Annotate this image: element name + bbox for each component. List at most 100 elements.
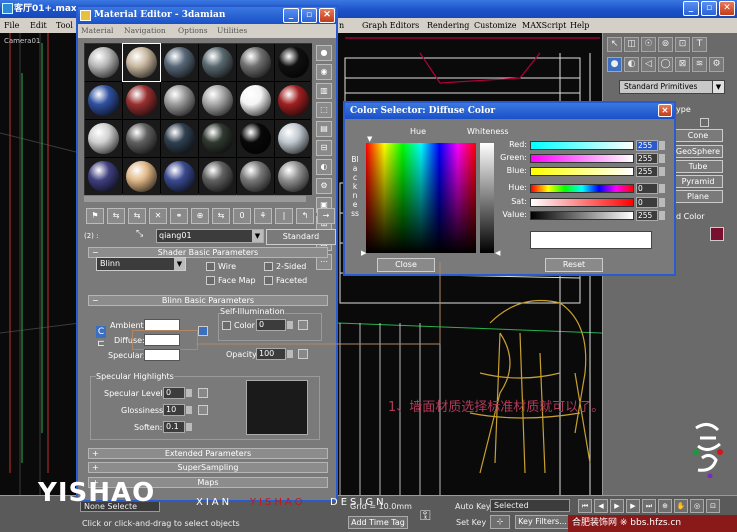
menu-graph-editors[interactable]: Graph Editors — [362, 18, 419, 33]
shapes-icon[interactable]: ◐ — [624, 57, 639, 72]
soften-spinner[interactable]: 0.1 — [163, 421, 192, 433]
self-illum-spinner[interactable]: 0 — [256, 319, 293, 331]
object-color-swatch[interactable] — [710, 227, 724, 241]
key-filters-button[interactable]: Key Filters... — [515, 515, 570, 529]
menu-tools[interactable]: Tool — [56, 18, 73, 33]
material-sample-slot[interactable] — [199, 82, 236, 119]
whiteness-marker-icon[interactable]: ◀ — [495, 249, 500, 257]
material-sample-slot[interactable] — [161, 158, 198, 195]
hue-blackness-field[interactable] — [366, 143, 476, 253]
self-illum-color-checkbox[interactable] — [222, 321, 231, 330]
minimize-button[interactable]: _ — [683, 1, 699, 16]
material-sample-slot[interactable] — [85, 120, 122, 157]
face-map-checkbox[interactable] — [206, 276, 215, 285]
material-sample-slot[interactable] — [122, 43, 161, 82]
specular-color-swatch[interactable] — [144, 349, 180, 361]
menu-fragment[interactable]: n — [339, 18, 344, 33]
material-name-input[interactable]: qiang01 ▼ — [156, 229, 264, 243]
mated-side-tool-icon[interactable]: ⚙ — [316, 178, 332, 194]
mated-side-tool-icon[interactable]: ◐ — [316, 159, 332, 175]
two-sided-checkbox[interactable] — [264, 262, 273, 271]
material-sample-slot[interactable] — [275, 120, 312, 157]
color-slider[interactable] — [530, 211, 634, 220]
chevron-down-icon[interactable]: ▼ — [252, 230, 263, 242]
geometry-icon[interactable]: ● — [607, 57, 622, 72]
material-sample-slot[interactable] — [161, 82, 198, 119]
faceted-checkbox[interactable] — [264, 276, 273, 285]
lock-ambient-diffuse[interactable]: C ⊏ — [96, 326, 106, 350]
create-tab-icon[interactable]: ↖ — [607, 37, 622, 52]
systems-icon[interactable]: ⚙ — [709, 57, 724, 72]
pan-icon[interactable]: ✋ — [674, 499, 688, 513]
mated-close-button[interactable]: ✕ — [319, 8, 335, 23]
color-value-spinner[interactable]: 255 — [636, 153, 658, 164]
material-sample-slot[interactable] — [85, 44, 122, 81]
spinner-arrows-icon[interactable] — [659, 198, 665, 207]
glossiness-map-button[interactable] — [198, 405, 208, 415]
color-slider[interactable] — [530, 198, 634, 207]
motion-tab-icon[interactable]: ⊚ — [658, 37, 673, 52]
material-sample-slot[interactable] — [237, 44, 274, 81]
mated-menu-options[interactable]: Options — [178, 24, 208, 38]
color-value-spinner[interactable]: 255 — [636, 140, 658, 151]
mated-side-tool-icon[interactable]: ◉ — [316, 64, 332, 80]
orbit-icon[interactable]: ◎ — [690, 499, 704, 513]
mated-side-tool-icon[interactable]: ▥ — [316, 83, 332, 99]
color-value-spinner[interactable]: 255 — [636, 166, 658, 177]
tube-button[interactable]: Tube — [673, 160, 723, 173]
auto-key-label[interactable]: Auto Key — [455, 502, 491, 511]
spinner-arrows-icon[interactable] — [659, 141, 665, 150]
geosphere-button[interactable]: GeoSphere — [673, 145, 723, 158]
hierarchy-tab-icon[interactable]: ☉ — [641, 37, 656, 52]
mated-side-tool-icon[interactable]: ▤ — [316, 121, 332, 137]
color-value-spinner[interactable]: 0 — [636, 197, 658, 208]
material-sample-slot[interactable] — [199, 44, 236, 81]
extended-parameters-header[interactable]: + Extended Parameters — [88, 448, 328, 459]
lights-icon[interactable]: ◁ — [641, 57, 656, 72]
mated-tool-icon[interactable]: ⚭ — [170, 208, 188, 224]
diffuse-map-button[interactable] — [198, 326, 208, 336]
maximize-button[interactable]: ▫ — [701, 1, 717, 16]
go-to-end-icon[interactable]: ⏭ — [642, 499, 656, 513]
viewport-label[interactable]: Camera01 — [4, 37, 40, 45]
specular-level-spinner[interactable]: 0 — [163, 387, 192, 399]
mated-menu-utilities[interactable]: Utilities — [217, 24, 247, 38]
next-frame-icon[interactable]: ▶ — [626, 499, 640, 513]
autogrid-checkbox[interactable] — [700, 118, 709, 127]
pick-material-icon[interactable]: ⤡ — [136, 229, 150, 243]
material-sample-slot[interactable] — [85, 158, 122, 195]
mated-tool-icon[interactable]: ⇆ — [128, 208, 146, 224]
close-button[interactable]: Close — [377, 258, 435, 272]
material-sample-slot[interactable] — [161, 44, 198, 81]
color-slider[interactable] — [530, 167, 634, 176]
shader-dropdown[interactable]: Blinn ▼ — [96, 257, 186, 271]
zoom-icon[interactable]: ⊕ — [658, 499, 672, 513]
primitive-category-dropdown[interactable]: Standard Primitives ▼ — [619, 80, 725, 94]
material-sample-slot[interactable] — [199, 120, 236, 157]
material-sample-slot[interactable] — [199, 158, 236, 195]
supersampling-header[interactable]: + SuperSampling — [88, 462, 328, 473]
pyramid-button[interactable]: Pyramid — [673, 175, 723, 188]
menu-maxscript[interactable]: MAXScript — [522, 18, 566, 33]
spinner-arrows-icon[interactable] — [659, 184, 665, 193]
helpers-icon[interactable]: ⊠ — [675, 57, 690, 72]
hue-marker-icon[interactable]: ▼ — [367, 135, 372, 143]
self-illum-map-button[interactable] — [298, 320, 308, 330]
mated-tool-icon[interactable]: ⇆ — [107, 208, 125, 224]
mated-tool-icon[interactable]: ⇆ — [212, 208, 230, 224]
color-selector-close-icon[interactable]: ✕ — [658, 104, 672, 117]
plane-button[interactable]: Plane — [673, 190, 723, 203]
mated-side-tool-icon[interactable]: ⬚ — [316, 102, 332, 118]
mated-tool-icon[interactable]: | — [275, 208, 293, 224]
close-button[interactable]: ✕ — [719, 1, 735, 16]
opacity-spinner[interactable]: 100 — [256, 348, 293, 360]
chevron-down-icon[interactable]: ▼ — [174, 258, 185, 270]
color-slider[interactable] — [530, 154, 634, 163]
specular-level-map-button[interactable] — [198, 388, 208, 398]
menu-customize[interactable]: Customize — [474, 18, 517, 33]
material-sample-slot[interactable] — [123, 120, 160, 157]
mated-side-tool-icon[interactable]: ● — [316, 45, 332, 61]
mated-tool-icon[interactable]: ⊕ — [191, 208, 209, 224]
go-to-start-icon[interactable]: ⏮ — [578, 499, 592, 513]
previous-frame-icon[interactable]: ◀ — [594, 499, 608, 513]
